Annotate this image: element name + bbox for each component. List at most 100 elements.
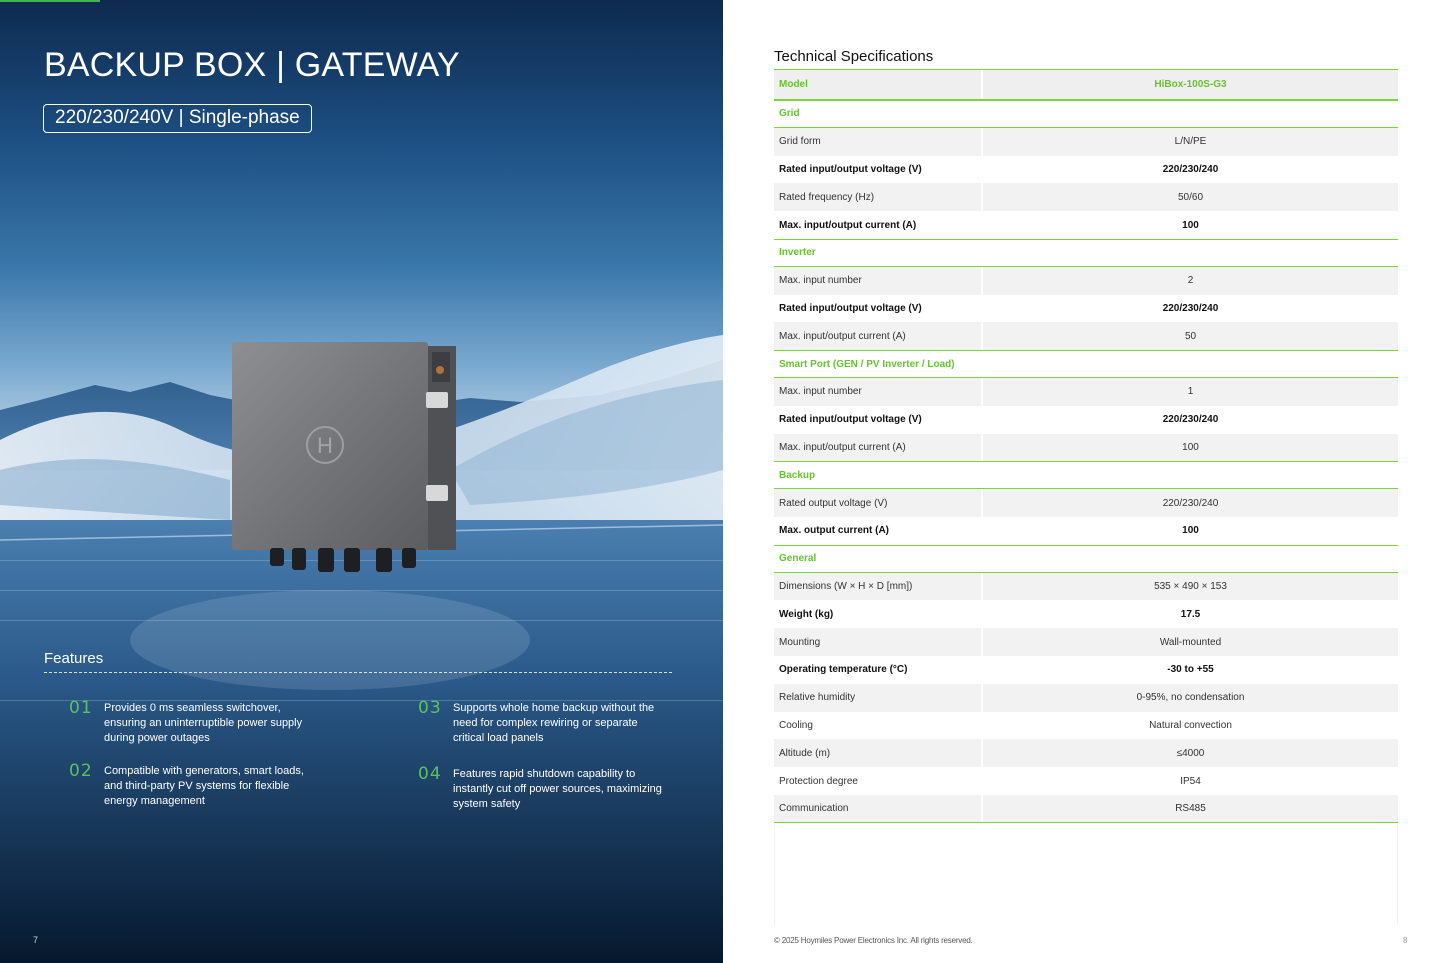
section-header: Grid <box>774 100 1398 128</box>
spec-value: 220/230/240 <box>1162 163 1219 175</box>
spec-label: Max. input number <box>774 377 983 406</box>
spec-row: Dimensions (W × H × D [mm]) 535 × 490 × 1… <box>774 572 1398 601</box>
section-header: Smart Port (GEN / PV Inverter / Load) <box>774 350 1398 378</box>
spec-label: Weight (kg) <box>774 600 983 629</box>
section-title: Backup <box>779 469 816 481</box>
spec-row: Relative humidity 0-95%, no condensation <box>774 683 1398 712</box>
spec-value: L/N/PE <box>983 127 1398 156</box>
spec-value: 100 <box>1182 219 1199 231</box>
spec-row: Rated frequency (Hz) 50/60 <box>774 183 1398 212</box>
spec-row: Max. input/output current (A) 100 <box>774 433 1398 462</box>
spec-value: 50/60 <box>983 183 1398 212</box>
spec-label: Altitude (m) <box>774 739 983 768</box>
spec-value: 50 <box>983 322 1398 351</box>
model-value: HiBox-100S-G3 <box>983 70 1398 99</box>
section-header: General <box>774 544 1398 573</box>
spec-label: Rated input/output voltage (V) <box>774 155 983 184</box>
spec-label: Max. input/output current (A) <box>774 322 983 351</box>
spec-label: Mounting <box>774 628 983 656</box>
spec-value: Natural convection <box>1149 719 1232 731</box>
spec-rows: Grid Grid form L/N/PE Rated input/output vo… <box>774 100 1398 823</box>
spec-row: Weight (kg) 17.5 <box>774 600 1398 629</box>
page-number-left: 7 <box>33 935 39 945</box>
spec-label: Cooling <box>774 711 983 740</box>
spec-row: Operating temperature (°C) -30 to +55 <box>774 655 1398 684</box>
feature-text: Provides 0 ms seamless switchover, ensur… <box>104 702 303 744</box>
spec-table: Model HiBox-100S-G3 Grid Grid form L/N/PE R… <box>774 69 1398 823</box>
spec-row: Protection degree IP54 <box>774 767 1398 795</box>
device-logo: H <box>317 433 333 458</box>
feature-text: Compatible with generators, smart loads,… <box>104 765 304 807</box>
spec-label: Rated output voltage (V) <box>774 489 983 517</box>
spec-value: Wall-mounted <box>983 628 1398 656</box>
spec-label: Relative humidity <box>774 683 983 712</box>
spec-label: Max. input/output current (A) <box>774 211 983 239</box>
section-header: Backup <box>774 461 1398 490</box>
voltage-badge: 220/230/240V | Single-phase <box>43 104 312 133</box>
spec-label: Grid form <box>774 127 983 156</box>
feature-number: 01 <box>69 698 93 718</box>
spec-label: Rated frequency (Hz) <box>774 183 983 212</box>
section-title: General <box>779 553 817 565</box>
spec-value: 1 <box>983 377 1398 406</box>
table-footer-area <box>774 825 1398 925</box>
spec-value: 100 <box>1182 525 1199 537</box>
spec-row: Cooling Natural convection <box>774 711 1398 740</box>
spec-label: Rated input/output voltage (V) <box>774 405 983 434</box>
spec-value: 2 <box>983 266 1398 295</box>
spec-title: Technical Specifications <box>774 48 934 65</box>
model-row: Model HiBox-100S-G3 <box>774 70 1398 100</box>
spec-row: Rated output voltage (V) 220/230/240 <box>774 489 1398 517</box>
spec-value: 220/230/240 <box>1162 414 1219 426</box>
spec-value: 220/230/240 <box>983 489 1398 517</box>
spec-value: RS485 <box>983 794 1398 822</box>
product-title: BACKUP BOX | GATEWAY <box>44 46 460 84</box>
spec-label: Communication <box>774 794 983 822</box>
spec-label: Dimensions (W × H × D [mm]) <box>774 572 983 601</box>
section-title: Grid <box>779 108 800 120</box>
spec-value: 100 <box>983 433 1398 462</box>
spec-label: Protection degree <box>774 767 983 795</box>
spec-value: 17.5 <box>1180 608 1201 620</box>
spec-row: Max. input number 1 <box>774 377 1398 406</box>
spec-row: Rated input/output voltage (V) 220/230/24… <box>774 294 1398 323</box>
spec-row: Mounting Wall-mounted <box>774 628 1398 656</box>
spec-label: Rated input/output voltage (V) <box>774 294 983 323</box>
section-title: Inverter <box>779 247 816 259</box>
features-divider <box>44 672 672 673</box>
feature-text: Features rapid shutdown capability to in… <box>453 768 662 810</box>
spec-row: Rated input/output voltage (V) 220/230/24… <box>774 155 1398 184</box>
spec-row: Max. input number 2 <box>774 266 1398 295</box>
spec-value: 220/230/240 <box>1162 302 1219 314</box>
spec-row: Grid form L/N/PE <box>774 127 1398 156</box>
left-page: BACKUP BOX | GATEWAY 220/230/240V | Sing… <box>0 0 723 963</box>
spec-value: 0-95%, no condensation <box>983 683 1398 712</box>
spec-value: IP54 <box>1180 775 1201 787</box>
spec-row: Rated input/output voltage (V) 220/230/24… <box>774 405 1398 434</box>
backup-box-device-image: H <box>232 342 456 572</box>
spec-row: Max. output current (A) 100 <box>774 516 1398 545</box>
spec-label: Max. input number <box>774 266 983 295</box>
section-header: Inverter <box>774 238 1398 267</box>
spec-label: Operating temperature (°C) <box>774 655 983 684</box>
copyright-text: © 2025 Hoymiles Power Electronics Inc. A… <box>774 936 973 945</box>
spec-row: Max. input/output current (A) 50 <box>774 322 1398 351</box>
page-number-right: 8 <box>1403 936 1408 945</box>
model-label: Model <box>774 70 983 99</box>
spec-value: 535 × 490 × 153 <box>983 572 1398 601</box>
spec-value: ≤4000 <box>983 739 1398 768</box>
spec-label: Max. input/output current (A) <box>774 433 983 462</box>
features-heading: Features <box>44 650 104 667</box>
top-accent-bar <box>0 0 100 2</box>
feature-number: 03 <box>418 698 442 718</box>
spec-value: -30 to +55 <box>1167 664 1214 676</box>
spec-row: Altitude (m) ≤4000 <box>774 739 1398 768</box>
feature-number: 04 <box>418 764 442 784</box>
spec-row: Max. input/output current (A) 100 <box>774 211 1398 239</box>
spec-row: Communication RS485 <box>774 794 1398 823</box>
right-page: Technical Specifications Model HiBox-100… <box>723 0 1445 963</box>
feature-number: 02 <box>69 761 93 781</box>
section-title: Smart Port (GEN / PV Inverter / Load) <box>779 358 955 370</box>
feature-text: Supports whole home backup without the n… <box>453 702 655 744</box>
spec-label: Max. output current (A) <box>774 516 983 545</box>
